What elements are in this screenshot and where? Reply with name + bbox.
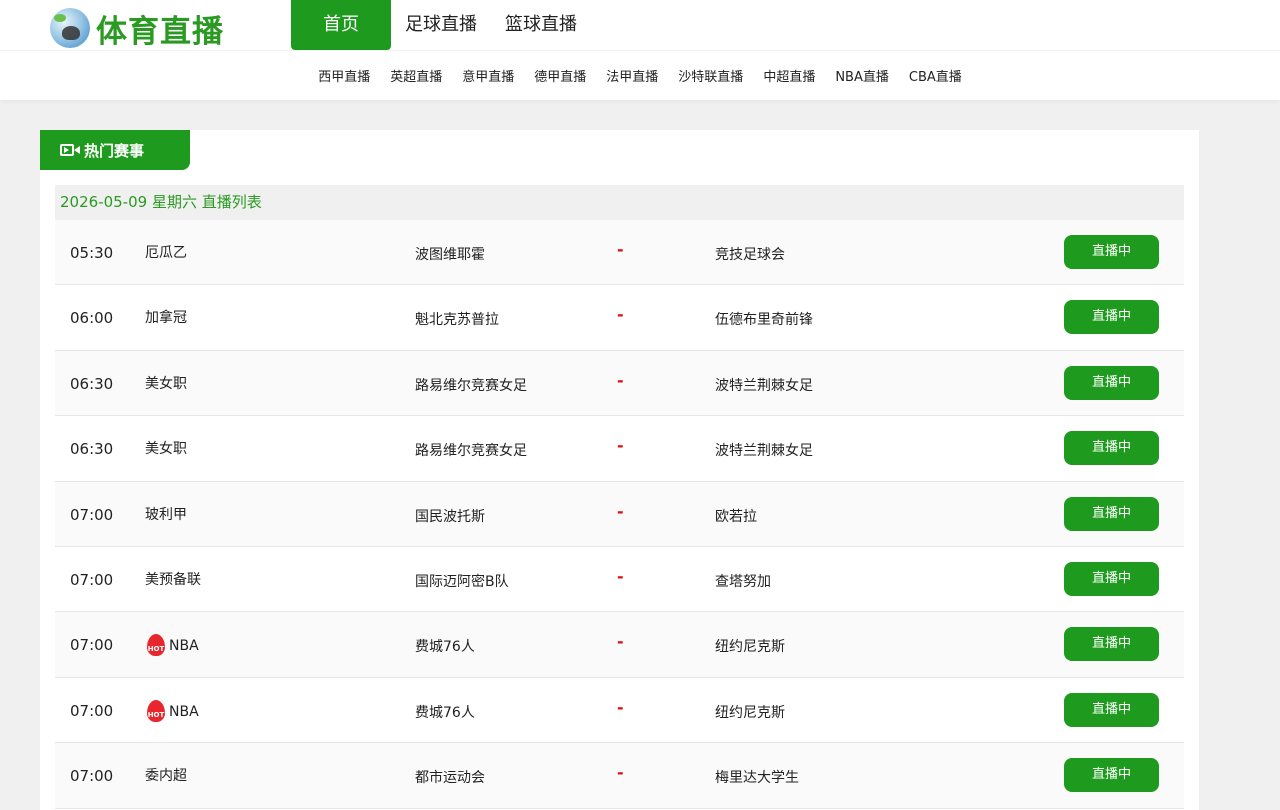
- match-time: 07:00: [70, 767, 114, 786]
- match-row: 06:30 美女职 路易维尔竞赛女足 - 波特兰荆棘女足 直播中: [55, 416, 1184, 482]
- live-button[interactable]: 直播中: [1064, 431, 1159, 466]
- match-time: 06:00: [70, 309, 114, 328]
- match-time: 06:30: [70, 440, 114, 459]
- home-team[interactable]: 路易维尔竞赛女足: [415, 375, 527, 395]
- versus-separator: -: [617, 240, 624, 259]
- away-team[interactable]: 竞技足球会: [715, 244, 785, 264]
- league-name: NBA: [169, 638, 199, 655]
- away-team[interactable]: 波特兰荆棘女足: [715, 440, 813, 460]
- subnav-item-csl[interactable]: 中超直播: [763, 66, 815, 85]
- subnav-item-premier-league[interactable]: 英超直播: [390, 66, 442, 85]
- match-row: 07:00 美预备联 国际迈阿密B队 - 查塔努加 直播中: [55, 546, 1184, 613]
- hot-matches-tab: 热门赛事: [40, 130, 190, 170]
- versus-separator: -: [617, 697, 624, 717]
- home-team[interactable]: 波图维耶霍: [415, 244, 485, 264]
- subnav-item-cba[interactable]: CBA直播: [909, 66, 962, 85]
- hot-matches-panel: 热门赛事 2026-05-09 星期六 直播列表 05:30 厄瓜乙 波图维耶霍 - 竞…: [40, 130, 1199, 810]
- versus-separator: -: [617, 305, 624, 325]
- main-nav: 首页 足球直播 篮球直播: [291, 0, 591, 50]
- match-time: 07:00: [70, 701, 114, 720]
- home-team[interactable]: 都市运动会: [415, 767, 485, 787]
- league-name: 委内超: [145, 768, 187, 785]
- away-team[interactable]: 波特兰荆棘女足: [715, 375, 813, 395]
- match-league[interactable]: 委内超: [145, 765, 187, 785]
- home-team[interactable]: 国际迈阿密B队: [415, 571, 509, 591]
- away-team[interactable]: 伍德布里奇前锋: [715, 309, 813, 329]
- away-team[interactable]: 梅里达大学生: [715, 767, 799, 787]
- match-row: 07:00 HOT NBA 费城76人 - 纽约尼克斯 直播中: [55, 612, 1184, 678]
- versus-separator: -: [617, 763, 624, 783]
- home-team[interactable]: 费城76人: [415, 636, 475, 656]
- match-list: 05:30 厄瓜乙 波图维耶霍 - 竞技足球会 直播中 06:00 加拿冠 魁北克苏普拉 - 伍德布…: [55, 220, 1184, 809]
- match-league[interactable]: 玻利甲: [145, 504, 187, 524]
- live-button[interactable]: 直播中: [1064, 561, 1159, 596]
- match-row: 07:00 委内超 都市运动会 - 梅里达大学生 直播中: [55, 743, 1184, 809]
- hot-icon: HOT: [145, 699, 167, 724]
- site-logo[interactable]: 体育直播: [50, 8, 224, 50]
- match-row: 07:00 玻利甲 国民波托斯 - 欧若拉 直播中: [55, 481, 1184, 547]
- league-name: 玻利甲: [145, 506, 187, 523]
- home-team[interactable]: 国民波托斯: [415, 506, 485, 526]
- live-button[interactable]: 直播中: [1064, 758, 1159, 793]
- match-row: 06:30 美女职 路易维尔竞赛女足 - 波特兰荆棘女足 直播中: [55, 350, 1184, 417]
- match-row: 07:00 HOT NBA 费城76人 - 纽约尼克斯 直播中: [55, 677, 1184, 744]
- nav-item-football[interactable]: 足球直播: [391, 0, 491, 50]
- live-button[interactable]: 直播中: [1064, 300, 1159, 335]
- versus-separator: -: [617, 566, 624, 586]
- match-league[interactable]: HOT NBA: [145, 699, 199, 724]
- subnav-item-laliga[interactable]: 西甲直播: [318, 66, 370, 85]
- subnav-item-bundesliga[interactable]: 德甲直播: [534, 66, 586, 85]
- match-row: 06:00 加拿冠 魁北克苏普拉 - 伍德布里奇前锋 直播中: [55, 285, 1184, 351]
- hot-icon: HOT: [145, 634, 167, 658]
- league-name: NBA: [169, 703, 199, 720]
- home-team[interactable]: 路易维尔竞赛女足: [415, 440, 527, 460]
- match-time: 06:30: [70, 374, 114, 393]
- live-button[interactable]: 直播中: [1064, 235, 1159, 269]
- date-heading: 2026-05-09 星期六 直播列表: [55, 185, 1184, 220]
- match-time: 07:00: [70, 505, 114, 524]
- match-row: 05:30 厄瓜乙 波图维耶霍 - 竞技足球会 直播中: [55, 220, 1184, 286]
- soccer-ball-logo-icon: [50, 8, 90, 48]
- away-team[interactable]: 欧若拉: [715, 506, 757, 526]
- away-team[interactable]: 纽约尼克斯: [715, 636, 785, 656]
- match-league[interactable]: 美预备联: [145, 569, 201, 589]
- match-time: 07:00: [70, 636, 114, 655]
- away-team[interactable]: 纽约尼克斯: [715, 702, 785, 722]
- subnav-item-ligue1[interactable]: 法甲直播: [606, 66, 658, 85]
- match-league[interactable]: 美女职: [145, 438, 187, 458]
- live-button[interactable]: 直播中: [1064, 365, 1159, 400]
- match-league[interactable]: 美女职: [145, 373, 187, 393]
- league-name: 加拿冠: [145, 310, 187, 327]
- panel-title: 热门赛事: [84, 141, 145, 160]
- versus-separator: -: [617, 501, 624, 521]
- away-team[interactable]: 查塔努加: [715, 571, 771, 591]
- live-button[interactable]: 直播中: [1064, 627, 1159, 662]
- league-name: 厄瓜乙: [145, 245, 187, 261]
- live-button[interactable]: 直播中: [1064, 496, 1159, 531]
- subnav-item-nba[interactable]: NBA直播: [835, 66, 889, 85]
- league-name: 美女职: [145, 441, 187, 458]
- versus-separator: -: [617, 370, 624, 390]
- subnav-item-saudi-league[interactable]: 沙特联直播: [678, 66, 743, 85]
- match-time: 05:30: [70, 244, 114, 262]
- versus-separator: -: [617, 436, 624, 456]
- video-camera-icon: [60, 143, 80, 157]
- league-name: 美女职: [145, 375, 187, 392]
- match-league[interactable]: HOT NBA: [145, 634, 199, 658]
- site-header: 体育直播 首页 足球直播 篮球直播 西甲直播 英超直播 意甲直播 德甲直播 法甲…: [0, 0, 1280, 100]
- match-time: 07:00: [70, 570, 114, 589]
- league-name: 美预备联: [145, 571, 201, 588]
- home-team[interactable]: 费城76人: [415, 702, 475, 722]
- sub-nav: 西甲直播 英超直播 意甲直播 德甲直播 法甲直播 沙特联直播 中超直播 NBA直…: [0, 50, 1280, 100]
- match-league[interactable]: 厄瓜乙: [145, 242, 187, 262]
- versus-separator: -: [617, 632, 624, 652]
- subnav-item-serie-a[interactable]: 意甲直播: [462, 66, 514, 85]
- match-league[interactable]: 加拿冠: [145, 307, 187, 327]
- nav-item-home[interactable]: 首页: [291, 0, 391, 50]
- logo-text: 体育直播: [96, 13, 224, 50]
- nav-item-basketball[interactable]: 篮球直播: [491, 0, 591, 50]
- home-team[interactable]: 魁北克苏普拉: [415, 309, 499, 329]
- live-button[interactable]: 直播中: [1064, 692, 1159, 727]
